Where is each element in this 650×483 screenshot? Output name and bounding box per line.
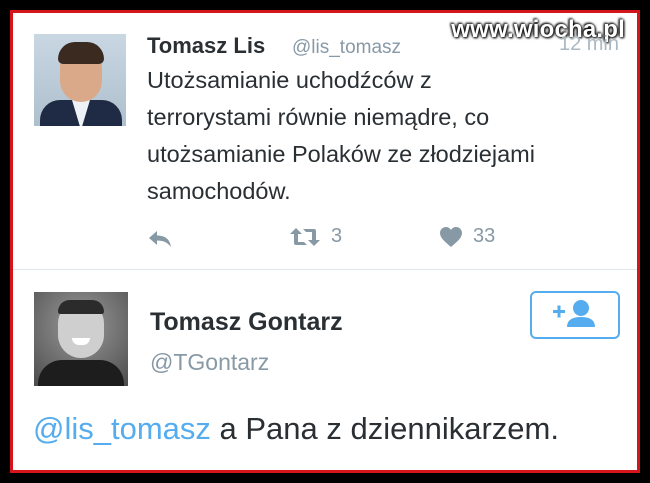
author-name[interactable]: Tomasz Gontarz — [150, 308, 343, 337]
author-handle[interactable]: @lis_tomasz — [292, 37, 401, 59]
reply-button[interactable] — [147, 229, 173, 249]
tweet-text: @lis_tomasz a Pana z dziennikarzem. — [33, 411, 559, 447]
follow-button[interactable] — [530, 291, 620, 339]
retweet-button[interactable]: 3 — [289, 225, 342, 248]
like-count: 33 — [473, 225, 496, 247]
screenshot-frame: www.wiocha.pl Tomasz Lis @lis_tomasz 12 … — [10, 10, 640, 473]
add-user-icon — [551, 298, 599, 333]
avatar[interactable] — [34, 292, 128, 386]
retweet-count: 3 — [331, 225, 343, 247]
mention-link[interactable]: @lis_tomasz — [33, 411, 211, 446]
tweet-text: Utożsamianie uchodźców z terrorystami ró… — [147, 67, 535, 204]
tweet-lis[interactable]: Tomasz Lis @lis_tomasz 12 min Utożsamian… — [13, 13, 637, 269]
heart-icon — [439, 226, 463, 248]
author-handle[interactable]: @TGontarz — [150, 349, 269, 376]
tweet-text-body: a Pana z dziennikarzem. — [210, 411, 559, 446]
author-name[interactable]: Tomasz Lis — [147, 33, 265, 59]
tweet-actions: 3 33 — [147, 225, 567, 255]
like-button[interactable]: 33 — [439, 225, 495, 248]
retweet-icon — [289, 226, 321, 248]
reply-icon — [147, 229, 173, 249]
divider — [13, 269, 637, 270]
tweet-timestamp[interactable]: 12 min — [559, 33, 619, 56]
avatar[interactable] — [34, 34, 126, 126]
